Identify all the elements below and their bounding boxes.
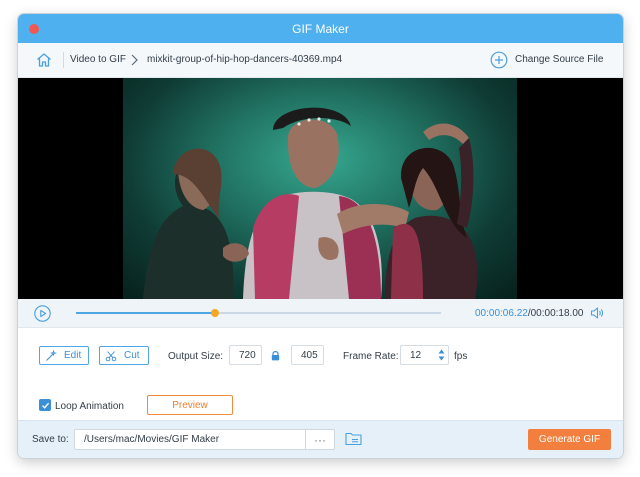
- browse-path-button[interactable]: ···: [305, 429, 335, 450]
- home-icon[interactable]: [35, 51, 53, 69]
- fps-label: fps: [454, 351, 468, 362]
- title-bar: GIF Maker: [18, 14, 623, 43]
- output-width-input[interactable]: 720: [229, 345, 262, 365]
- preview-button[interactable]: Preview: [147, 395, 233, 415]
- plus-circle-icon[interactable]: [490, 51, 508, 69]
- timeline-track[interactable]: [76, 309, 441, 317]
- video-still-image: [123, 78, 517, 299]
- scissors-icon: [105, 350, 117, 361]
- output-height-input[interactable]: 405: [291, 345, 324, 365]
- gif-maker-window: GIF Maker Video to GIF mixkit-group-of-h…: [18, 14, 623, 458]
- folder-icon[interactable]: [345, 431, 362, 446]
- save-footer: Save to: /Users/mac/Movies/GIF Maker ···…: [18, 420, 623, 458]
- breadcrumb-file-name: mixkit-group-of-hip-hop-dancers-40369.mp…: [147, 54, 343, 65]
- save-path-value: /Users/mac/Movies/GIF Maker: [84, 434, 220, 445]
- total-time: 00:00:18.00: [530, 308, 584, 319]
- edit-label: Edit: [64, 350, 82, 361]
- loop-animation-checkbox[interactable]: [39, 399, 51, 411]
- play-button[interactable]: [34, 305, 51, 322]
- frame-rate-value: 12: [410, 349, 422, 361]
- cut-label: Cut: [124, 350, 140, 361]
- nav-divider: [63, 52, 64, 68]
- current-time: 00:00:06.22: [475, 308, 528, 319]
- window-title: GIF Maker: [292, 22, 349, 36]
- volume-icon[interactable]: [590, 306, 604, 320]
- chevron-right-icon: [131, 54, 138, 66]
- frame-rate-stepper[interactable]: [437, 347, 446, 363]
- time-readout: 00:00:06.22/00:00:18.00: [475, 308, 583, 319]
- loop-animation-label[interactable]: Loop Animation: [55, 401, 124, 412]
- generate-gif-button[interactable]: Generate GIF: [528, 429, 611, 450]
- timeline-progress: [76, 312, 215, 314]
- video-frame: [123, 78, 517, 299]
- save-to-label: Save to:: [32, 434, 69, 445]
- output-size-label: Output Size:: [168, 351, 224, 362]
- nav-bar: Video to GIF mixkit-group-of-hip-hop-dan…: [18, 43, 623, 78]
- frame-rate-label: Frame Rate:: [343, 351, 399, 362]
- timeline-handle[interactable]: [210, 309, 219, 317]
- checkmark-icon: [41, 402, 49, 409]
- edit-button[interactable]: Edit: [39, 346, 89, 365]
- change-source-file-button[interactable]: Change Source File: [515, 54, 603, 65]
- cut-button[interactable]: Cut: [99, 346, 149, 365]
- gif-settings-panel: Edit Cut Output Size: 720 405 Frame Rate…: [18, 329, 623, 434]
- playback-controls: 00:00:06.22/00:00:18.00: [18, 299, 623, 328]
- lock-icon[interactable]: [271, 350, 280, 361]
- breadcrumb-video-to-gif[interactable]: Video to GIF: [70, 54, 126, 65]
- save-path-field[interactable]: /Users/mac/Movies/GIF Maker: [74, 429, 335, 450]
- video-preview: [18, 78, 623, 299]
- magic-wand-icon: [46, 349, 57, 361]
